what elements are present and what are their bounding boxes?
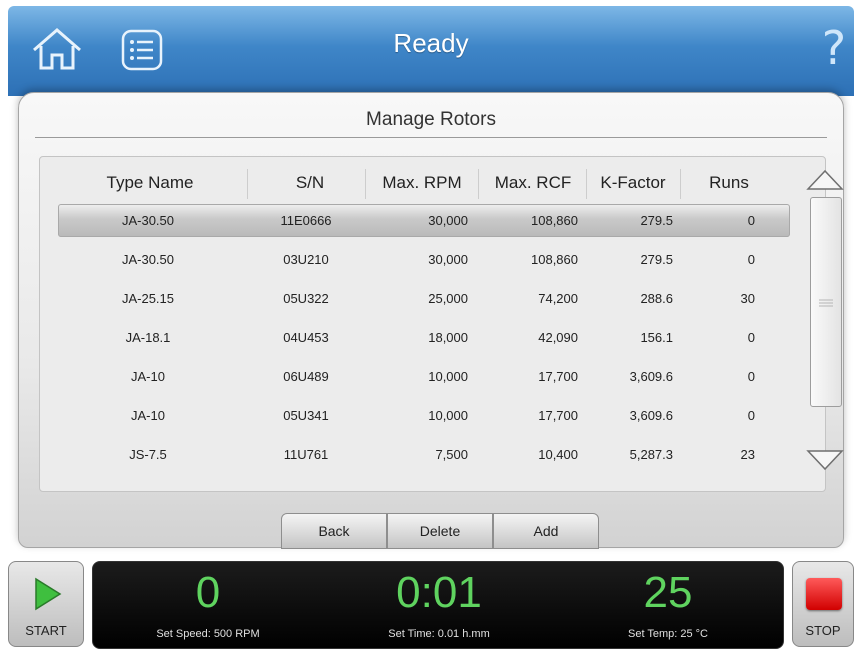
cell-max-rpm: 25,000 xyxy=(428,291,468,306)
column-header-sn: S/N xyxy=(295,173,325,192)
cell-max-rcf: 108,860 xyxy=(531,252,578,267)
table-row[interactable]: JS-7.5 11U761 7,500 10,400 5,287.3 23 xyxy=(58,438,790,471)
cell-max-rcf: 108,860 xyxy=(531,213,578,228)
status-title: Ready xyxy=(393,28,469,58)
cell-max-rpm: 10,000 xyxy=(428,408,468,423)
table-row[interactable]: JA-18.1 04U453 18,000 42,090 156.1 0 xyxy=(58,321,790,354)
column-header-k-factor: K-Factor xyxy=(600,173,666,192)
cell-runs: 0 xyxy=(747,408,755,423)
cell-type-name: JA-30.50 xyxy=(121,213,175,228)
cell-k-factor: 279.5 xyxy=(640,252,673,267)
cell-max-rcf: 42,090 xyxy=(538,330,578,345)
rotor-table: Type Name S/N Max. RPM Max. RCF K-Factor… xyxy=(39,156,844,492)
speed-value: 0 xyxy=(195,568,221,617)
help-icon: ? xyxy=(821,21,847,75)
add-button[interactable]: Add xyxy=(493,513,599,549)
stop-button[interactable]: STOP xyxy=(792,561,854,647)
cell-max-rcf: 17,700 xyxy=(538,369,578,384)
title-bar: Ready ? xyxy=(8,6,854,96)
table-row[interactable]: JA-10 06U489 10,000 17,700 3,609.6 0 xyxy=(58,360,790,393)
cell-sn: 06U489 xyxy=(283,369,329,384)
run-status-display: 0 Set Speed: 500 RPM 0:01 Set Time: 0.01… xyxy=(92,561,784,649)
cell-max-rpm: 7,500 xyxy=(435,447,468,462)
set-time-label: Set Time: 0.01 h.mm xyxy=(388,628,490,640)
cell-type-name: JA-25.15 xyxy=(121,291,175,306)
start-button[interactable]: START xyxy=(8,561,84,647)
cell-max-rpm: 10,000 xyxy=(428,369,468,384)
column-divider xyxy=(586,169,587,199)
cell-sn: 04U453 xyxy=(283,330,329,345)
cell-runs: 30 xyxy=(740,291,755,306)
cell-max-rpm: 30,000 xyxy=(428,213,468,228)
page-title: Manage Rotors xyxy=(366,109,496,130)
cell-k-factor: 3,609.6 xyxy=(629,408,673,423)
cell-runs: 0 xyxy=(747,369,755,384)
delete-button[interactable]: Delete xyxy=(387,513,493,549)
column-header-max-rcf: Max. RCF xyxy=(494,173,572,192)
cell-type-name: JS-7.5 xyxy=(129,447,167,462)
cell-type-name: JA-10 xyxy=(131,369,165,384)
cell-max-rcf: 10,400 xyxy=(538,447,578,462)
scroll-down-icon xyxy=(806,450,844,471)
cell-k-factor: 5,287.3 xyxy=(629,447,673,462)
start-label: START xyxy=(25,623,67,638)
cell-sn: 11U761 xyxy=(283,447,329,462)
column-header-runs: Runs xyxy=(709,173,749,192)
scroll-up-button[interactable] xyxy=(806,167,844,193)
cell-k-factor: 288.6 xyxy=(640,291,673,306)
manage-rotors-panel: Manage Rotors Type Name S/N Max. RPM Max… xyxy=(18,92,844,549)
cell-type-name: JA-18.1 xyxy=(125,330,171,345)
cell-runs: 23 xyxy=(740,447,755,462)
table-row[interactable]: JA-30.50 03U210 30,000 108,860 279.5 0 xyxy=(58,243,790,276)
time-value: 0:01 xyxy=(396,568,482,617)
scroll-down-button[interactable] xyxy=(806,447,844,473)
back-button[interactable]: Back xyxy=(281,513,387,549)
temp-value: 25 xyxy=(643,568,693,617)
cell-max-rcf: 74,200 xyxy=(538,291,578,306)
action-button-bar: Back Delete Add xyxy=(281,513,599,549)
cell-runs: 0 xyxy=(747,252,755,267)
table-row-selected[interactable]: JA-30.50 11E0666 30,000 108,860 279.5 0 xyxy=(58,204,790,237)
column-divider xyxy=(247,169,248,199)
title-divider xyxy=(35,137,827,138)
cell-type-name: JA-10 xyxy=(131,408,165,423)
play-icon xyxy=(35,577,62,611)
column-header-max-rpm: Max. RPM xyxy=(382,173,462,192)
stop-square-icon xyxy=(806,578,842,610)
cell-k-factor: 279.5 xyxy=(640,213,673,228)
cell-max-rpm: 18,000 xyxy=(428,330,468,345)
cell-max-rcf: 17,700 xyxy=(538,408,578,423)
column-divider xyxy=(365,169,366,199)
cell-sn: 05U341 xyxy=(283,408,329,423)
table-row[interactable]: JA-10 05U341 10,000 17,700 3,609.6 0 xyxy=(58,399,790,432)
scroll-grip-icon xyxy=(819,299,833,307)
stop-label: STOP xyxy=(805,623,841,638)
table-row[interactable]: JA-25.15 05U322 25,000 74,200 288.6 30 xyxy=(58,282,790,315)
column-header-type-name: Type Name xyxy=(106,173,194,192)
cell-sn: 03U210 xyxy=(283,252,329,267)
help-button[interactable]: ? xyxy=(814,18,854,78)
cell-sn: 11E0666 xyxy=(280,213,332,228)
cell-runs: 0 xyxy=(747,330,755,345)
cell-k-factor: 156.1 xyxy=(640,330,673,345)
cell-sn: 05U322 xyxy=(283,291,329,306)
cell-max-rpm: 30,000 xyxy=(428,252,468,267)
set-speed-label: Set Speed: 500 RPM xyxy=(156,628,260,640)
column-divider xyxy=(680,169,681,199)
scrollbar[interactable] xyxy=(810,197,842,407)
cell-k-factor: 3,609.6 xyxy=(629,369,673,384)
set-temp-label: Set Temp: 25 °C xyxy=(627,628,708,640)
column-divider xyxy=(478,169,479,199)
scroll-up-icon xyxy=(806,169,844,190)
cell-runs: 0 xyxy=(747,213,755,228)
cell-type-name: JA-30.50 xyxy=(121,252,175,267)
